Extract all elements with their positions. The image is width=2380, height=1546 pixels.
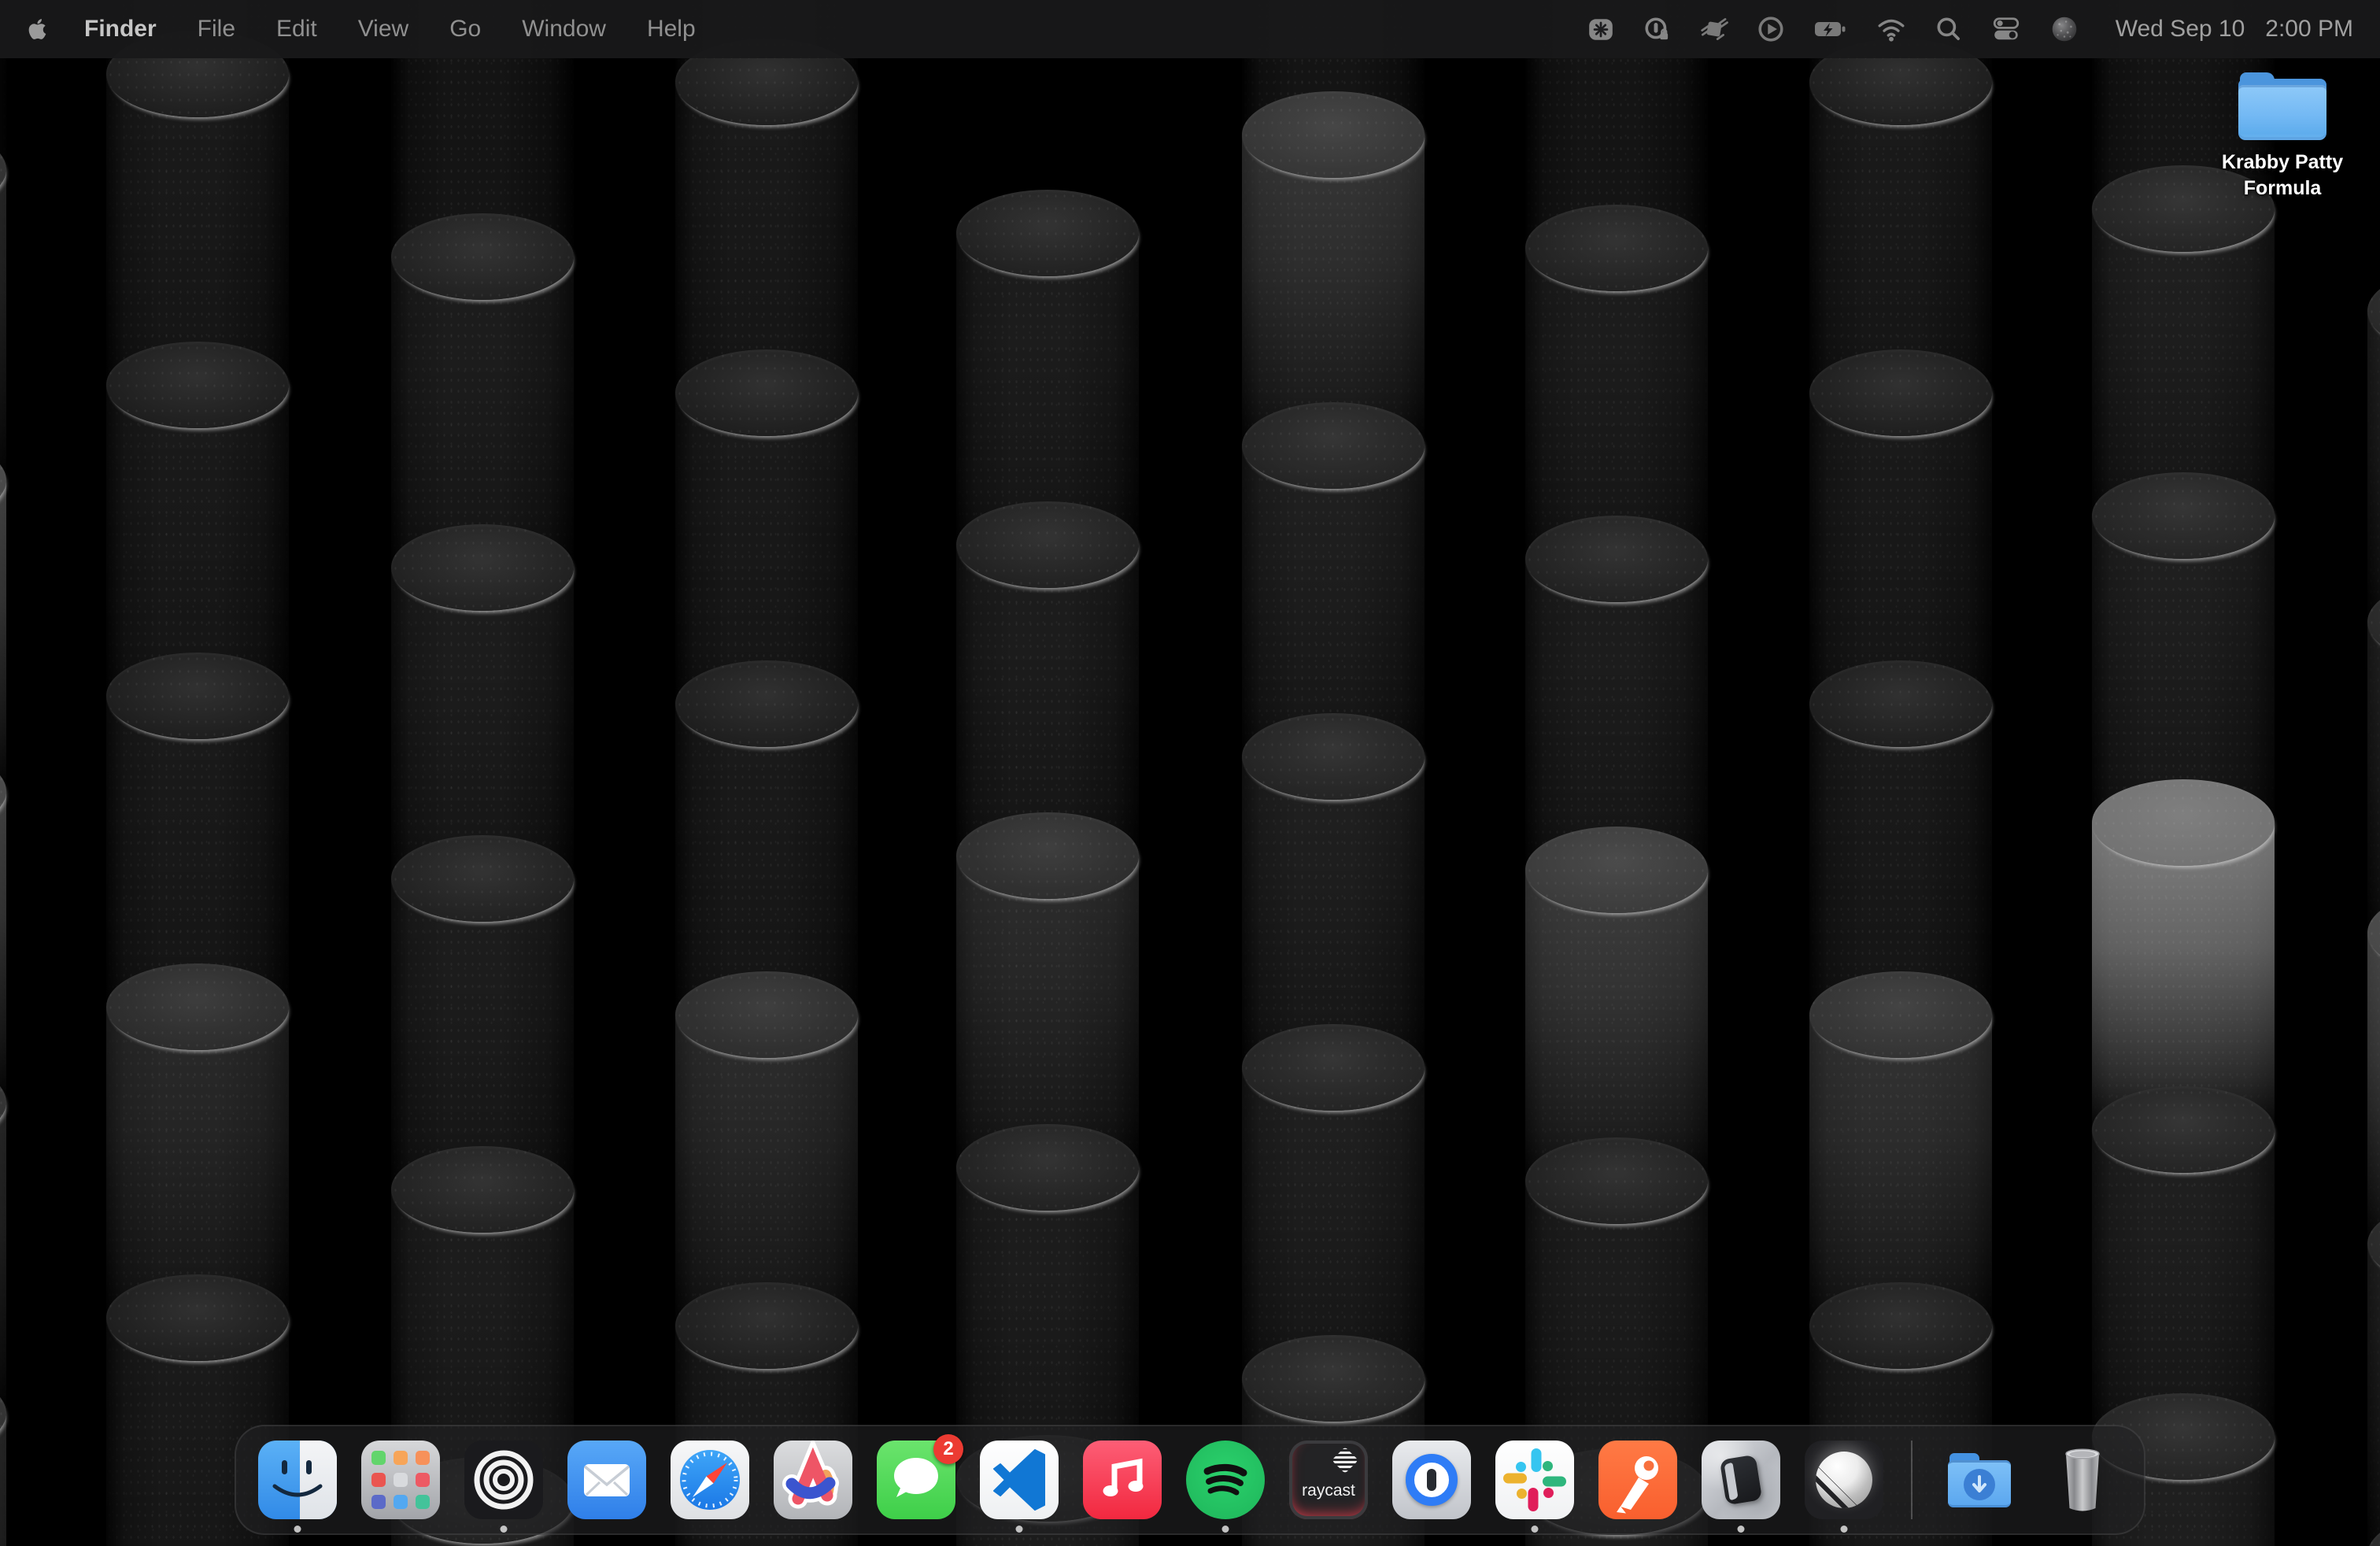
menubar-date: Wed Sep 10 [2116,16,2245,43]
menu-edit[interactable]: Edit [276,16,317,43]
dock-safari-icon[interactable] [671,1441,749,1519]
dock-trash-empty-icon[interactable] [2043,1441,2122,1519]
control-center-icon[interactable] [1991,15,2021,43]
dock: 2 [235,1425,2145,1535]
spotlight-search-icon[interactable] [1935,15,1963,43]
running-indicator [501,1526,508,1533]
battery-charging-icon[interactable] [1813,15,1848,43]
wifi-icon[interactable] [1876,15,1906,43]
dock-messages-icon[interactable]: 2 [877,1441,955,1519]
running-indicator [1532,1526,1539,1533]
desktop-wallpaper [0,0,2380,1546]
dock-spotify-icon[interactable] [1186,1441,1265,1519]
dock-concentric-rings-app-icon[interactable] [464,1441,543,1519]
dock-1password-icon[interactable] [1392,1441,1471,1519]
folder-label: Krabby Patty Formula [2213,150,2352,201]
lock-timer-icon[interactable] [1643,15,1672,43]
app-menu-finder[interactable]: Finder [84,16,157,43]
dock-mail-icon[interactable] [567,1441,646,1519]
folder-icon [2238,72,2326,140]
download-arrow-icon [1964,1469,1995,1500]
macos-desktop: Finder File Edit View Go Window Help [0,0,2380,1546]
menu-help[interactable]: Help [647,16,696,43]
play-circle-icon[interactable] [1757,15,1785,43]
running-indicator [294,1526,301,1533]
running-indicator [1016,1526,1023,1533]
menu-window[interactable]: Window [522,16,606,43]
running-indicator [1841,1526,1848,1533]
menu-view[interactable]: View [358,16,408,43]
dock-striped-sphere-app-icon[interactable] [1805,1441,1883,1519]
keyboard-brightness-icon[interactable] [1587,15,1615,43]
striped-diamond-icon[interactable] [1700,15,1728,43]
raycast-label: raycast [1289,1481,1368,1500]
dock-downloads-folder-icon[interactable] [1940,1441,2019,1519]
raycast-logo-icon [1332,1447,1358,1474]
dock-slack-icon[interactable] [1495,1441,1574,1519]
menu-file[interactable]: File [198,16,235,43]
messages-notification-badge: 2 [933,1434,963,1464]
dock-raycast-icon[interactable]: raycast [1289,1441,1368,1519]
dock-arc-browser-icon[interactable] [774,1441,852,1519]
menubar-clock[interactable]: Wed Sep 10 2:00 PM [2116,16,2353,43]
apple-logo-icon[interactable] [27,17,48,42]
menu-bar: Finder File Edit View Go Window Help [0,0,2380,58]
orb-menu-icon[interactable] [2049,14,2079,44]
dock-postman-icon[interactable] [1598,1441,1677,1519]
running-indicator [1222,1526,1229,1533]
menu-go[interactable]: Go [449,16,481,43]
dock-separator [1911,1441,1913,1519]
dock-launchpad-icon[interactable] [361,1441,440,1519]
dock-finder-icon[interactable] [258,1441,337,1519]
menubar-time: 2:00 PM [2265,16,2353,43]
dock-dark-card-app-icon[interactable] [1702,1441,1780,1519]
desktop-folder-krabby-patty-formula[interactable]: Krabby Patty Formula [2213,72,2352,201]
dock-apple-music-icon[interactable] [1083,1441,1162,1519]
running-indicator [1738,1526,1745,1533]
dock-vscode-icon[interactable] [980,1441,1059,1519]
